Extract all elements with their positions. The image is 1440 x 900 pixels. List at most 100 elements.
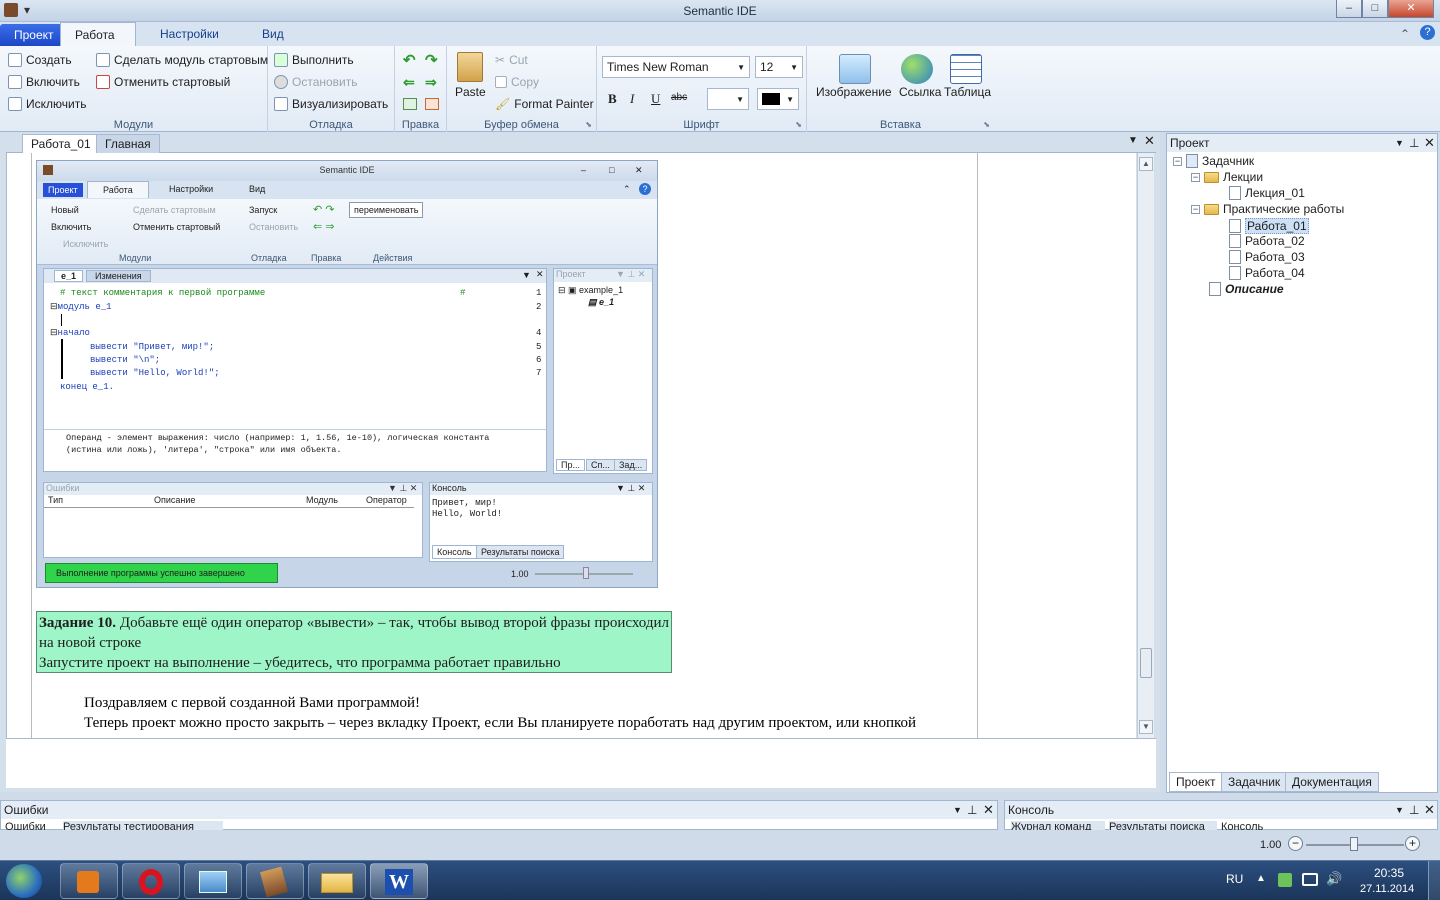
tab-view[interactable]: Вид	[248, 22, 298, 46]
clipboard-launcher-icon[interactable]: ⬊	[585, 120, 592, 129]
show-desktop-button[interactable]	[1428, 861, 1440, 900]
panel-close-icon[interactable]: ✕	[1424, 134, 1435, 152]
copy-button[interactable]: Copy	[495, 75, 539, 89]
move-left-icon[interactable]: ⇐	[403, 74, 415, 91]
stop-button[interactable]: Остановить	[274, 75, 358, 89]
bold-button[interactable]: B	[608, 91, 617, 107]
tab-work[interactable]: Работа	[60, 22, 136, 46]
underline-button[interactable]: U	[651, 91, 660, 107]
collapse-icon[interactable]: −	[1191, 172, 1200, 182]
collapse-icon[interactable]: −	[1173, 156, 1182, 166]
panel-menu-icon[interactable]: ▼	[953, 801, 962, 819]
cancel-start-icon	[96, 75, 110, 89]
tab-docs-panel[interactable]: Документация	[1285, 772, 1379, 792]
tab-work-01[interactable]: Работа_01	[22, 134, 100, 153]
cut-button[interactable]: ✂ Cut	[495, 53, 528, 67]
font-size-select[interactable]: 12 ▼	[755, 56, 803, 78]
help-icon[interactable]: ?	[1420, 25, 1435, 40]
tree-work-03[interactable]: Работа_03	[1229, 250, 1305, 264]
undo-icon[interactable]: ↶	[403, 51, 416, 69]
cancel-start-button[interactable]: Отменить стартовый	[96, 75, 230, 89]
font-family-select[interactable]: Times New Roman ▼	[602, 56, 750, 78]
highlight-color-select[interactable]: ▼	[707, 88, 749, 110]
tree-description[interactable]: Описание	[1209, 282, 1284, 296]
scroll-up-icon[interactable]: ▲	[1139, 157, 1153, 171]
clock-time[interactable]: 20:35	[1374, 866, 1404, 880]
tab-project-panel[interactable]: Проект	[1169, 772, 1223, 792]
maximize-button[interactable]: □	[1362, 0, 1388, 18]
panel-menu-icon[interactable]: ▼	[1395, 801, 1404, 819]
taskbar-media-player[interactable]	[60, 863, 118, 899]
insert-table-button[interactable]: Таблица	[944, 85, 991, 99]
insert-image-button[interactable]: Изображение	[816, 85, 892, 99]
taskbar-photo-viewer[interactable]	[184, 863, 242, 899]
panel-menu-icon[interactable]: ▼	[1395, 134, 1404, 152]
font-color-select[interactable]: ▼	[757, 88, 799, 110]
create-button[interactable]: Создать	[8, 53, 72, 67]
delete-block-icon[interactable]	[425, 98, 439, 110]
exclude-button[interactable]: Исключить	[8, 97, 86, 111]
make-start-button[interactable]: Сделать модуль стартовым	[96, 53, 268, 67]
scroll-down-icon[interactable]: ▼	[1139, 720, 1153, 734]
link-icon[interactable]	[901, 54, 933, 84]
visualize-button[interactable]: Визуализировать	[274, 97, 388, 111]
taskbar-opera[interactable]	[122, 863, 180, 899]
close-button[interactable]: ✕	[1388, 0, 1434, 18]
tree-lecture-01[interactable]: Лекция_01	[1229, 186, 1305, 200]
scroll-thumb[interactable]	[1140, 648, 1152, 678]
doc-close-icon[interactable]: ✕	[1144, 133, 1155, 149]
tab-tasks-panel[interactable]: Задачник	[1221, 772, 1288, 792]
tree-lectures[interactable]: − Лекции	[1191, 170, 1263, 184]
tree-work-01[interactable]: Работа_01	[1229, 218, 1309, 234]
tree-work-02[interactable]: Работа_02	[1229, 234, 1305, 248]
create-icon	[8, 53, 22, 67]
pin-icon[interactable]: ⊥	[1409, 134, 1419, 152]
insert-block-icon[interactable]	[403, 98, 417, 110]
table-icon[interactable]	[950, 54, 982, 84]
start-button[interactable]	[6, 864, 42, 898]
tab-settings[interactable]: Настройки	[146, 22, 233, 46]
taskbar-semantic-ide[interactable]	[246, 863, 304, 899]
tab-project[interactable]: Проект	[0, 24, 68, 46]
tray-expand-icon[interactable]: ▲	[1256, 873, 1266, 884]
tray-flag-icon[interactable]	[1278, 873, 1292, 887]
collapse-icon[interactable]: −	[1191, 204, 1200, 214]
taskbar-word[interactable]: W	[370, 863, 428, 899]
tree-practice[interactable]: − Практические работы	[1191, 202, 1344, 216]
taskbar-explorer[interactable]	[308, 863, 366, 899]
tray-network-icon[interactable]	[1302, 873, 1318, 886]
minimize-button[interactable]: –	[1336, 0, 1362, 18]
zoom-slider-thumb[interactable]	[1350, 837, 1358, 851]
strike-button[interactable]: abc	[671, 92, 687, 103]
clock-date[interactable]: 27.11.2014	[1360, 883, 1414, 895]
pin-icon[interactable]: ⊥	[967, 801, 977, 819]
tree-root[interactable]: − Задачник	[1173, 154, 1254, 168]
italic-button[interactable]: I	[630, 91, 634, 107]
paste-icon[interactable]	[457, 52, 483, 82]
run-button[interactable]: Выполнить	[274, 53, 354, 67]
paste-button[interactable]: Paste	[455, 85, 486, 99]
zoom-out-icon[interactable]: −	[1288, 836, 1303, 851]
folder-icon	[1204, 203, 1219, 215]
image-icon[interactable]	[839, 54, 871, 84]
document-scrollbar[interactable]: ▲ ▼	[1137, 153, 1154, 738]
pin-icon[interactable]: ⊥	[1409, 801, 1419, 819]
zoom-in-icon[interactable]: +	[1405, 836, 1420, 851]
format-painter-button[interactable]: 🖌 Format Painter	[495, 97, 594, 111]
inner-group-actions: Действия	[373, 253, 413, 263]
panel-close-icon[interactable]: ✕	[1424, 801, 1435, 819]
tab-main[interactable]: Главная	[96, 134, 160, 153]
font-launcher-icon[interactable]: ⬊	[795, 120, 802, 129]
file-icon	[1229, 266, 1241, 280]
panel-close-icon[interactable]: ✕	[983, 801, 994, 819]
move-right-icon[interactable]: ⇒	[425, 74, 437, 91]
tray-volume-icon[interactable]: 🔊	[1326, 871, 1342, 887]
insert-launcher-icon[interactable]: ⬊	[983, 120, 990, 129]
collapse-ribbon-icon[interactable]: ⌃	[1400, 27, 1410, 41]
doc-menu-icon[interactable]: ▼	[1128, 135, 1138, 146]
tree-work-04[interactable]: Работа_04	[1229, 266, 1305, 280]
redo-icon[interactable]: ↷	[425, 51, 438, 69]
language-indicator[interactable]: RU	[1226, 872, 1243, 886]
include-button[interactable]: Включить	[8, 75, 80, 89]
insert-link-button[interactable]: Ссылка	[899, 85, 941, 99]
